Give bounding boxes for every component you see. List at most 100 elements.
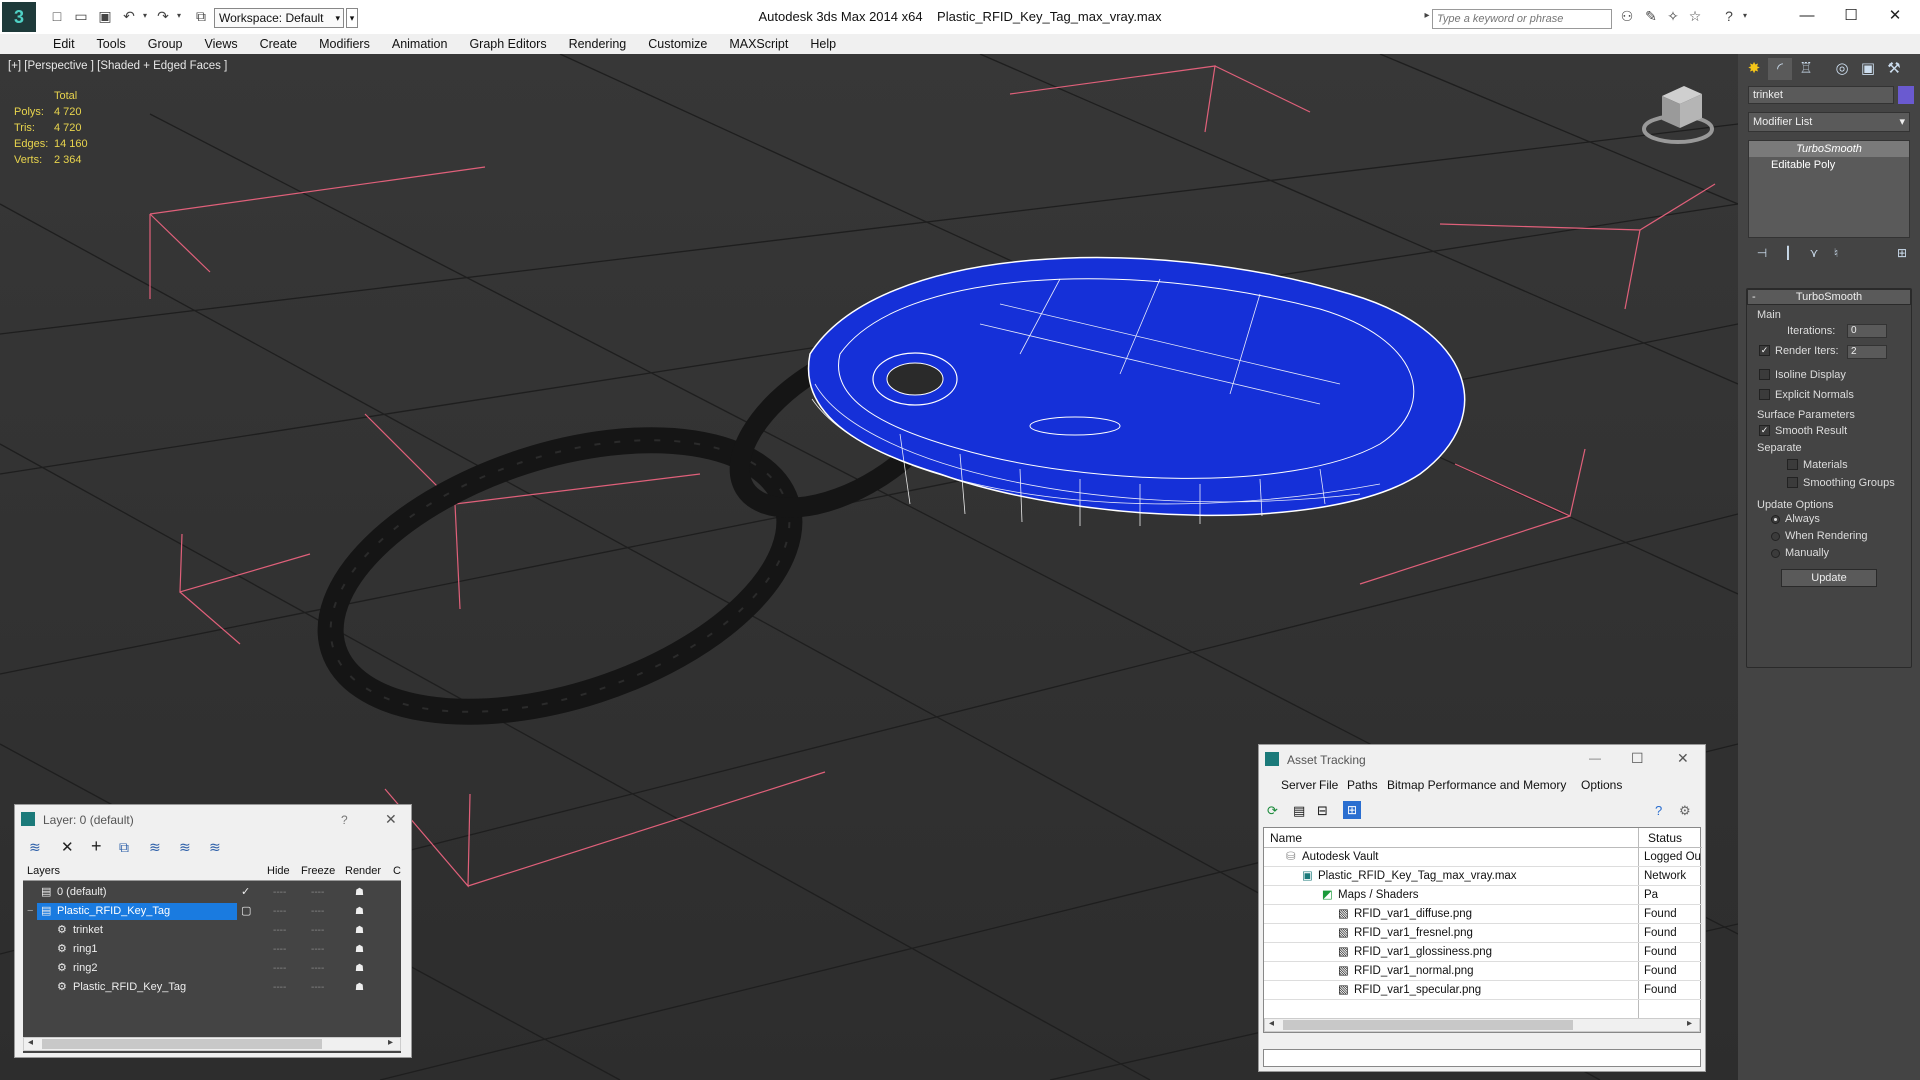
- asset-menu-bitmap-performance[interactable]: Bitmap Performance and Memory: [1387, 778, 1566, 792]
- asset-horizontal-scrollbar[interactable]: ◂ ▸: [1264, 1018, 1700, 1032]
- settings-icon[interactable]: ⚙: [1679, 803, 1691, 819]
- asset-maximize-button[interactable]: ☐: [1631, 750, 1644, 767]
- menu-modifiers[interactable]: Modifiers: [308, 34, 381, 54]
- iterations-spinner[interactable]: 0: [1847, 324, 1887, 338]
- scroll-left-icon[interactable]: ◂: [28, 1037, 33, 1048]
- modifier-list-dropdown[interactable]: Modifier List ▾: [1748, 112, 1910, 132]
- asset-close-button[interactable]: ✕: [1677, 750, 1689, 767]
- menu-graph-editors[interactable]: Graph Editors: [458, 34, 557, 54]
- freeze-toggle[interactable]: ----: [311, 959, 324, 978]
- menu-views[interactable]: Views: [193, 34, 248, 54]
- help-dropdown-icon[interactable]: ▾: [1736, 8, 1754, 24]
- viewport-label[interactable]: [+] [Perspective ] [Shaded + Edged Faces…: [8, 60, 227, 72]
- render-teapot-icon[interactable]: ☗: [355, 921, 364, 940]
- layer-object-row[interactable]: ⚙ ring1 ---- ---- ☗: [23, 940, 401, 959]
- render-teapot-icon[interactable]: ☗: [355, 883, 364, 902]
- scrollbar-thumb[interactable]: [1283, 1020, 1573, 1030]
- freeze-toggle[interactable]: ----: [311, 978, 324, 997]
- hide-toggle[interactable]: ----: [273, 921, 286, 940]
- asset-menu-paths[interactable]: Paths: [1347, 778, 1378, 792]
- app-logo-icon[interactable]: 3: [2, 2, 36, 32]
- always-radio[interactable]: [1771, 515, 1780, 524]
- explicit-normals-checkbox[interactable]: [1759, 389, 1770, 400]
- menu-edit[interactable]: Edit: [42, 34, 86, 54]
- list-view-icon[interactable]: ▤: [1293, 803, 1305, 819]
- when-rendering-radio[interactable]: [1771, 532, 1780, 541]
- redo-dropdown-icon[interactable]: ▾: [170, 8, 188, 24]
- scroll-right-icon[interactable]: ▸: [388, 1037, 393, 1048]
- layer-list[interactable]: Layers Hide Freeze Render C ▤ 0 (default…: [23, 863, 401, 1053]
- modifier-stack[interactable]: TurboSmooth Editable Poly: [1748, 140, 1910, 238]
- motion-tab-icon[interactable]: ◎: [1830, 58, 1854, 80]
- hide-toggle[interactable]: ----: [273, 978, 286, 997]
- freeze-toggle[interactable]: ----: [311, 883, 324, 902]
- select-objects-icon[interactable]: ⧉: [119, 839, 129, 856]
- freeze-toggle[interactable]: ----: [311, 940, 324, 959]
- menu-create[interactable]: Create: [249, 34, 309, 54]
- layer-row[interactable]: ▤ 0 (default) ✓ ---- ---- ☗: [23, 883, 401, 902]
- object-color-swatch[interactable]: [1898, 86, 1914, 104]
- layer-horizontal-scrollbar[interactable]: ◂ ▸: [23, 1037, 401, 1051]
- layer-close-button[interactable]: ✕: [385, 811, 397, 828]
- asset-row[interactable]: ⛁ Autodesk Vault Logged Ou: [1264, 848, 1702, 867]
- scrollbar-thumb[interactable]: [42, 1039, 322, 1049]
- render-teapot-icon[interactable]: ☗: [355, 978, 364, 997]
- smoothing-groups-checkbox[interactable]: [1787, 477, 1798, 488]
- refresh-icon[interactable]: ⟳: [1267, 803, 1278, 819]
- menu-rendering[interactable]: Rendering: [558, 34, 638, 54]
- configure-modifier-sets-icon[interactable]: ⊞: [1890, 242, 1914, 264]
- render-teapot-icon[interactable]: ☗: [355, 959, 364, 978]
- highlight-layer-icon[interactable]: ≋: [149, 839, 161, 856]
- hierarchy-tab-icon[interactable]: ♖: [1794, 58, 1818, 80]
- layer-row[interactable]: − ▤ Plastic_RFID_Key_Tag ▢ ---- ---- ☗: [23, 902, 401, 921]
- asset-menu-server[interactable]: Server: [1281, 778, 1316, 792]
- minimize-button[interactable]: —: [1792, 6, 1822, 26]
- workspace-menu-button[interactable]: ▾: [346, 8, 358, 28]
- undo-dropdown-icon[interactable]: ▾: [136, 8, 154, 24]
- help-icon[interactable]: ?: [1655, 803, 1662, 818]
- col-name[interactable]: Name: [1270, 831, 1302, 845]
- scroll-right-icon[interactable]: ▸: [1687, 1018, 1692, 1029]
- layer-help-button[interactable]: ?: [341, 813, 348, 827]
- menu-tools[interactable]: Tools: [86, 34, 137, 54]
- set-current-layer-icon[interactable]: ▢: [241, 902, 251, 921]
- asset-path-field[interactable]: [1263, 1049, 1701, 1067]
- col-layers[interactable]: Layers: [27, 865, 60, 877]
- hide-toggle[interactable]: ----: [273, 902, 286, 921]
- new-file-icon[interactable]: □: [48, 8, 66, 24]
- asset-row[interactable]: ▧ RFID_var1_fresnel.png Found: [1264, 924, 1702, 943]
- table-view-icon[interactable]: ⊞: [1343, 801, 1361, 819]
- layer-object-row[interactable]: ⚙ Plastic_RFID_Key_Tag ---- ---- ☗: [23, 978, 401, 997]
- col-freeze[interactable]: Freeze: [301, 865, 335, 877]
- subscription-icon[interactable]: ✎: [1642, 8, 1660, 24]
- close-button[interactable]: ✕: [1880, 6, 1910, 26]
- freeze-all-layers-icon[interactable]: ≋: [209, 839, 221, 856]
- add-to-layer-icon[interactable]: +: [91, 836, 102, 857]
- asset-menu-options[interactable]: Options: [1581, 778, 1622, 792]
- expand-icon[interactable]: −: [27, 902, 33, 921]
- col-status[interactable]: Status: [1648, 831, 1682, 845]
- display-tab-icon[interactable]: ▣: [1856, 58, 1880, 80]
- asset-row[interactable]: ▧ RFID_var1_normal.png Found: [1264, 962, 1702, 981]
- hide-toggle[interactable]: ----: [273, 940, 286, 959]
- isoline-display-checkbox[interactable]: [1759, 369, 1770, 380]
- new-layer-icon[interactable]: ≋: [29, 839, 41, 856]
- menu-maxscript[interactable]: MAXScript: [718, 34, 799, 54]
- render-teapot-icon[interactable]: ☗: [355, 940, 364, 959]
- turbosmooth-rollout-header[interactable]: - TurboSmooth: [1747, 289, 1911, 305]
- maximize-button[interactable]: ☐: [1836, 6, 1866, 26]
- communication-icon[interactable]: ✧: [1664, 8, 1682, 24]
- asset-row[interactable]: ▧ RFID_var1_specular.png Found: [1264, 981, 1702, 1000]
- hide-toggle[interactable]: ----: [273, 959, 286, 978]
- hide-toggle[interactable]: ----: [273, 883, 286, 902]
- asset-row[interactable]: ▣ Plastic_RFID_Key_Tag_max_vray.max Netw…: [1264, 867, 1702, 901]
- stack-item-turbosmooth[interactable]: TurboSmooth: [1749, 141, 1909, 157]
- binoculars-icon[interactable]: ⚇: [1618, 8, 1636, 24]
- render-teapot-icon[interactable]: ☗: [355, 902, 364, 921]
- update-button[interactable]: Update: [1781, 569, 1877, 587]
- stack-item-editable-poly[interactable]: Editable Poly: [1749, 157, 1909, 173]
- utilities-tab-icon[interactable]: ⚒: [1882, 58, 1906, 80]
- asset-row[interactable]: ▧ RFID_var1_diffuse.png Found: [1264, 905, 1702, 924]
- hide-all-layers-icon[interactable]: ≋: [179, 839, 191, 856]
- freeze-toggle[interactable]: ----: [311, 921, 324, 940]
